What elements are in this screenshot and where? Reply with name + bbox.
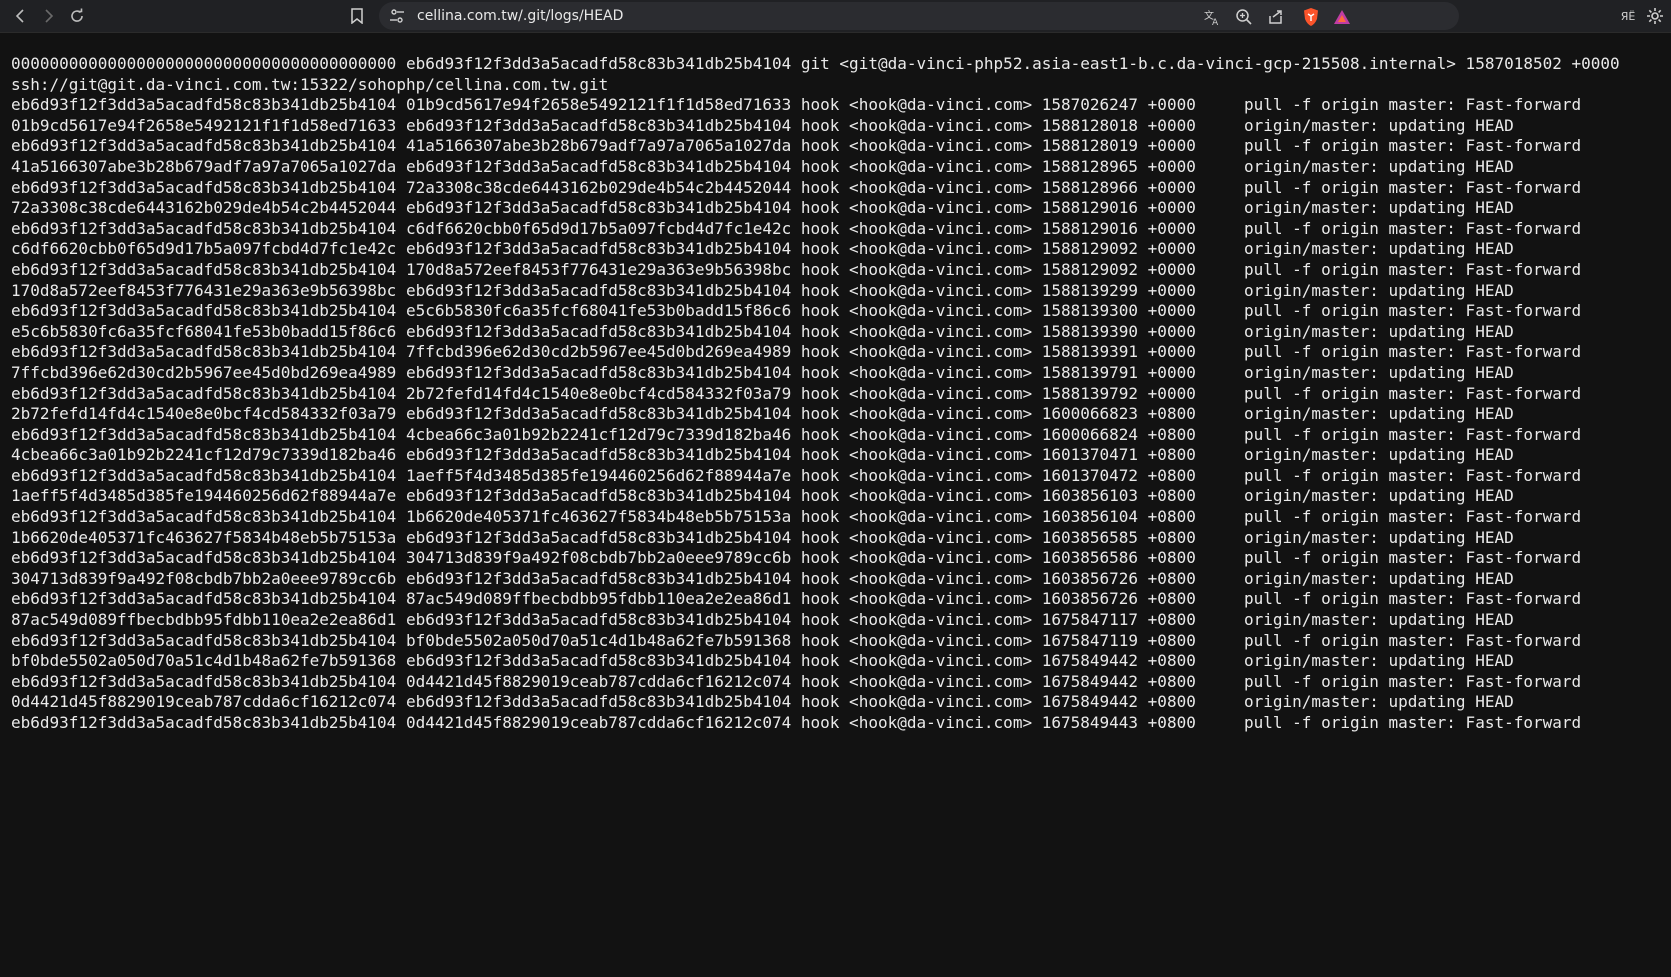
log-line: eb6d93f12f3dd3a5acadfd58c83b341db25b4104… <box>11 671 1582 691</box>
log-line: eb6d93f12f3dd3a5acadfd58c83b341db25b4104… <box>11 630 1582 650</box>
log-line: ssh://git@git.da-vinci.com.tw:15322/soho… <box>11 74 609 94</box>
log-line: 1b6620de405371fc463627f5834b48eb5b75153a… <box>11 527 1514 547</box>
extensions-button[interactable]: ЯЁ <box>1616 4 1640 28</box>
log-line: eb6d93f12f3dd3a5acadfd58c83b341db25b4104… <box>11 713 1582 732</box>
log-line: e5c6b5830fc6a35fcf68041fe53b0badd15f86c6… <box>11 321 1514 341</box>
share-icon <box>1269 10 1282 24</box>
log-line: c6df6620cbb0f65d9d17b5a097fcbd4d7fc1e42c… <box>11 239 1514 259</box>
tune-icon <box>390 9 404 23</box>
log-line: eb6d93f12f3dd3a5acadfd58c83b341db25b4104… <box>11 136 1582 156</box>
translate-button[interactable]: 文A <box>1201 6 1223 28</box>
log-line: 7ffcbd396e62d30cd2b5967ee45d0bd269ea4989… <box>11 362 1514 382</box>
log-line: 4cbea66c3a01b92b2241cf12d79c7339d182ba46… <box>11 445 1514 465</box>
bookmark-icon <box>351 8 363 24</box>
log-line: 01b9cd5617e94f2658e5492121f1f1d58ed71633… <box>11 115 1514 135</box>
log-line: eb6d93f12f3dd3a5acadfd58c83b341db25b4104… <box>11 301 1582 321</box>
log-line: eb6d93f12f3dd3a5acadfd58c83b341db25b4104… <box>11 342 1582 362</box>
arrow-right-icon <box>45 9 54 23</box>
gear-icon <box>1647 8 1663 24</box>
log-line: eb6d93f12f3dd3a5acadfd58c83b341db25b4104… <box>11 95 1582 115</box>
reload-button[interactable] <box>65 4 89 28</box>
share-button[interactable] <box>1265 6 1287 28</box>
browser-toolbar: cellina.com.tw/.git/logs/HEAD 文A ЯЁ <box>0 0 1671 33</box>
translate-icon: 文A <box>1204 9 1219 26</box>
brave-shields-button[interactable] <box>1300 6 1322 28</box>
log-line: 2b72fefd14fd4c1540e8e0bcf4cd584332f03a79… <box>11 404 1514 424</box>
log-line: 41a5166307abe3b28b679adf7a97a7065a1027da… <box>11 156 1514 176</box>
page-content: 0000000000000000000000000000000000000000… <box>0 33 1671 977</box>
back-button[interactable] <box>9 4 33 28</box>
settings-button[interactable] <box>1643 4 1667 28</box>
log-line: eb6d93f12f3dd3a5acadfd58c83b341db25b4104… <box>11 507 1582 527</box>
arrow-left-icon <box>15 9 24 23</box>
log-line: eb6d93f12f3dd3a5acadfd58c83b341db25b4104… <box>11 424 1582 444</box>
zoom-icon <box>1236 9 1252 25</box>
log-line: 87ac549d089ffbecbdbb95fdbb110ea2e2ea86d1… <box>11 610 1514 630</box>
rewards-triangle-icon <box>1334 10 1350 24</box>
log-line: eb6d93f12f3dd3a5acadfd58c83b341db25b4104… <box>11 177 1582 197</box>
log-line: 72a3308c38cde6443162b029de4b54c2b4452044… <box>11 198 1514 218</box>
extension-icon: ЯЁ <box>1620 9 1636 23</box>
svg-text:A: A <box>1212 18 1219 26</box>
git-log-text: 0000000000000000000000000000000000000000… <box>11 54 1620 734</box>
brave-rewards-button[interactable] <box>1331 6 1353 28</box>
log-line: eb6d93f12f3dd3a5acadfd58c83b341db25b4104… <box>11 465 1582 485</box>
log-line: eb6d93f12f3dd3a5acadfd58c83b341db25b4104… <box>11 383 1582 403</box>
brave-shield-icon <box>1304 8 1318 26</box>
url-text[interactable]: cellina.com.tw/.git/logs/HEAD <box>417 8 623 24</box>
log-line: bf0bde5502a050d70a51c4d1b48a62fe7b591368… <box>11 651 1514 671</box>
reload-icon <box>71 8 83 22</box>
log-line: 0d4421d45f8829019ceab787cdda6cf16212c074… <box>11 692 1514 712</box>
site-info-button[interactable] <box>387 6 407 26</box>
zoom-button[interactable] <box>1233 6 1255 28</box>
log-line: eb6d93f12f3dd3a5acadfd58c83b341db25b4104… <box>11 218 1582 238</box>
log-line: 304713d839f9a492f08cbdb7bb2a0eee9789cc6b… <box>11 568 1514 588</box>
forward-button[interactable] <box>36 4 60 28</box>
log-line: 0000000000000000000000000000000000000000… <box>11 54 1620 73</box>
log-line: 1aeff5f4d3485d385fe194460256d62f88944a7e… <box>11 486 1514 506</box>
bookmark-button[interactable] <box>345 4 369 28</box>
log-line: eb6d93f12f3dd3a5acadfd58c83b341db25b4104… <box>11 589 1582 609</box>
log-line: 170d8a572eef8453f776431e29a363e9b56398bc… <box>11 280 1514 300</box>
address-bar[interactable]: cellina.com.tw/.git/logs/HEAD 文A <box>379 2 1459 30</box>
log-line: eb6d93f12f3dd3a5acadfd58c83b341db25b4104… <box>11 259 1582 279</box>
log-line: eb6d93f12f3dd3a5acadfd58c83b341db25b4104… <box>11 548 1582 568</box>
